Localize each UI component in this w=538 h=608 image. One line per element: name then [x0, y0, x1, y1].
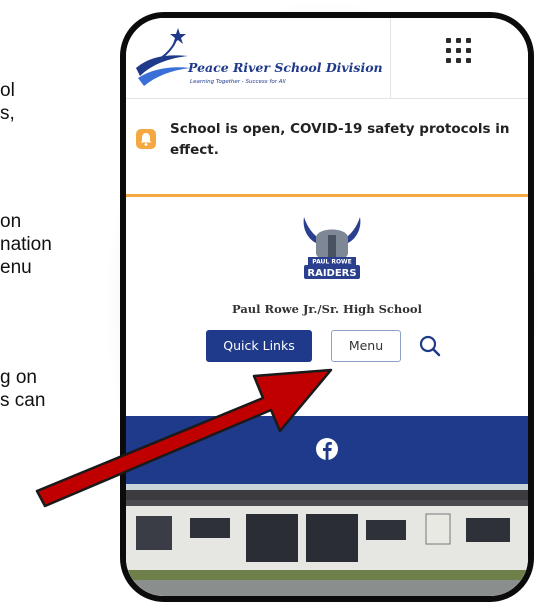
logo-text-top: PAUL ROWE: [312, 259, 352, 266]
bell-icon: [136, 129, 156, 149]
slide-text-line-1: ol: [0, 80, 15, 101]
quick-links-button[interactable]: Quick Links: [206, 330, 312, 362]
division-name: Peace River School Division: [188, 60, 383, 75]
search-icon[interactable]: [416, 332, 444, 360]
slide-text-line-5: enu: [0, 257, 32, 278]
social-band: [126, 416, 528, 484]
facebook-icon[interactable]: [314, 436, 340, 462]
apps-grid-icon[interactable]: [444, 36, 476, 68]
site-header: Peace River School Division Learning Tog…: [126, 18, 528, 99]
menu-button[interactable]: Menu: [331, 330, 401, 362]
phone-frame: Peace River School Division Learning Tog…: [120, 12, 534, 602]
division-logo[interactable]: Peace River School Division Learning Tog…: [132, 26, 392, 90]
school-building-photo: [126, 484, 528, 596]
slide-text-line-4: nation: [0, 234, 52, 255]
school-logo[interactable]: PAUL ROWE RAIDERS: [294, 213, 370, 283]
slide-text-line-2: s,: [0, 103, 15, 124]
slide-text-line-3: on: [0, 211, 22, 232]
header-divider: [390, 18, 391, 98]
logo-text-bottom: RAIDERS: [307, 268, 356, 279]
school-name: Paul Rowe Jr./Sr. High School: [232, 302, 422, 316]
covid-alert-banner: School is open, COVID-19 safety protocol…: [126, 99, 528, 197]
division-tagline: Learning Together - Success for All: [190, 79, 286, 85]
slide-text-line-6: g on: [0, 367, 37, 388]
division-logo-mark: [136, 28, 190, 86]
alert-message: School is open, COVID-19 safety protocol…: [170, 121, 510, 158]
slide-text-line-7: s can: [0, 390, 46, 411]
